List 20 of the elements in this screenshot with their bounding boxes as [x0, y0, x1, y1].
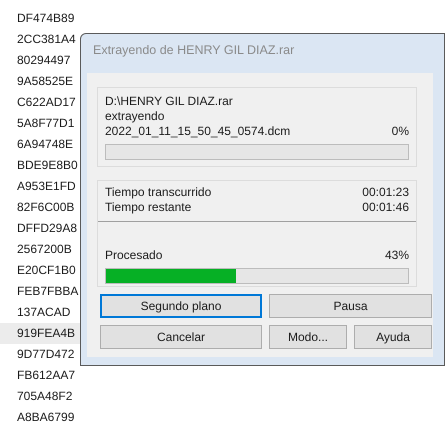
list-item[interactable]: 705A48F2: [0, 386, 117, 407]
percent-text: 43%: [384, 248, 409, 263]
dialog-button[interactable]: Segundo plano: [100, 294, 262, 318]
dialog-button[interactable]: Ayuda: [354, 325, 432, 349]
time-value: 00:01:23: [362, 185, 409, 200]
time-label: Tiempo restante: [105, 200, 192, 215]
file-name: 2022_01_11_15_50_45_0574.dcm: [105, 124, 290, 139]
window-title: Extrayendo de HENRY GIL DIAZ.rar: [92, 42, 296, 59]
list-item[interactable]: A8BA6799: [0, 407, 117, 428]
percent-text: 0%: [392, 124, 409, 139]
status-text: extrayendo: [105, 109, 164, 124]
time-label: Tiempo transcurrido: [105, 185, 212, 200]
dialog-button[interactable]: Pausa: [269, 294, 432, 318]
archive-path: D:\HENRY GIL DIAZ.rar: [105, 94, 233, 109]
list-item[interactable]: DF474B89: [0, 8, 117, 29]
dialog-button[interactable]: Cancelar: [100, 325, 262, 349]
progress-label: Procesado: [105, 248, 162, 263]
list-item[interactable]: FB612AA7: [0, 365, 117, 386]
dialog-button[interactable]: Modo...: [269, 325, 347, 349]
time-value: 00:01:46: [362, 200, 409, 215]
